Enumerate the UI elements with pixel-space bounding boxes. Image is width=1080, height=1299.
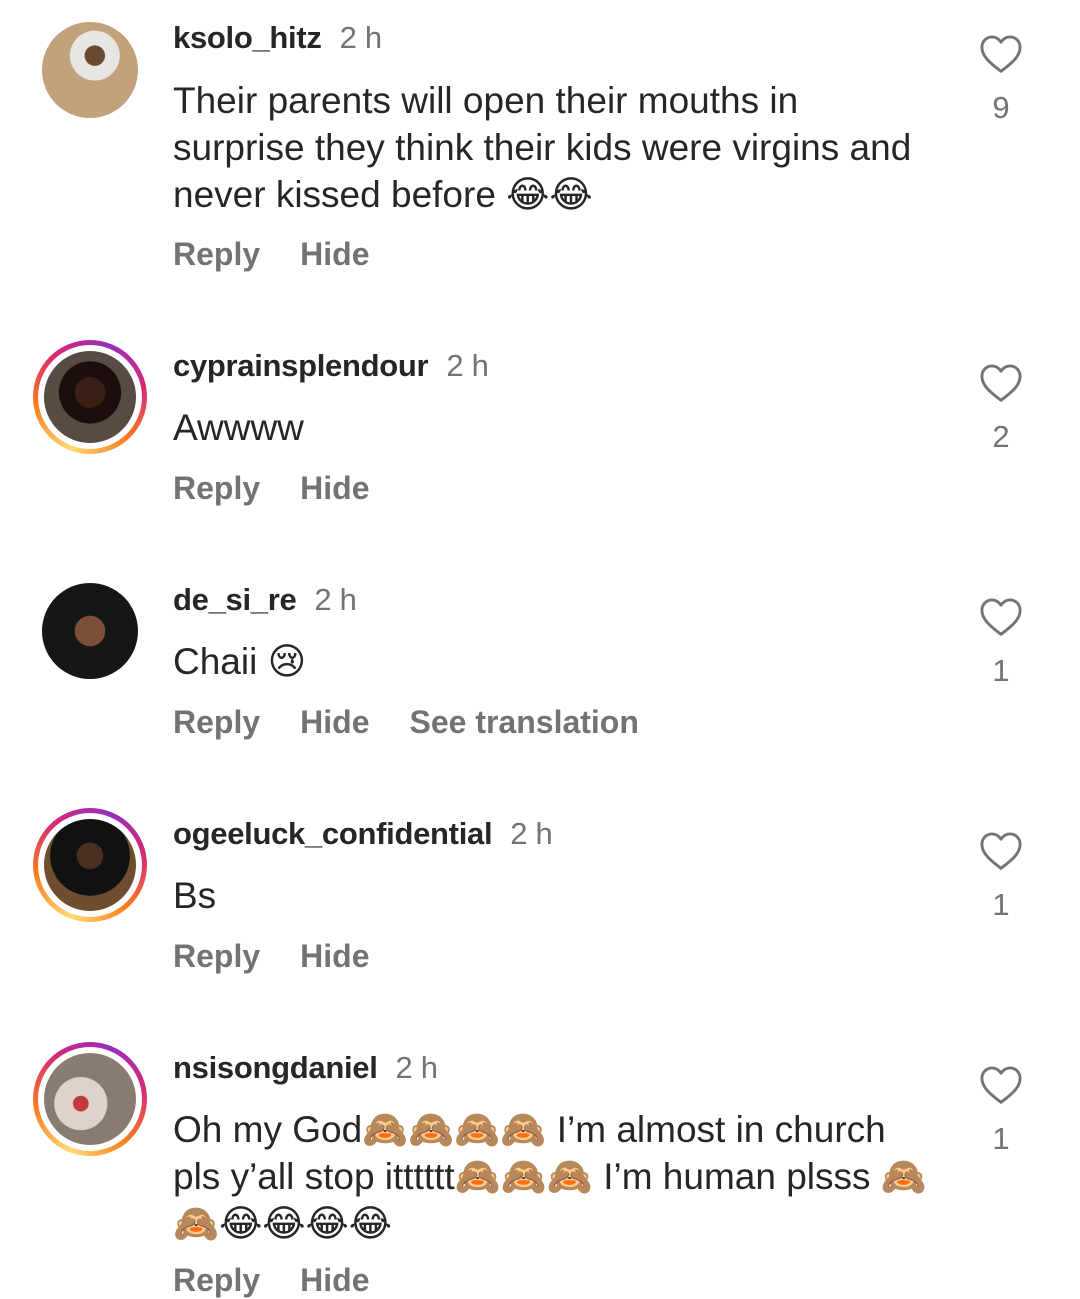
- avatar[interactable]: [33, 574, 147, 688]
- comment-actions: Reply Hide: [173, 938, 409, 975]
- reply-button[interactable]: Reply: [173, 470, 260, 506]
- avatar[interactable]: [33, 1042, 147, 1156]
- reply-button[interactable]: Reply: [173, 704, 260, 740]
- comment-actions: Reply Hide: [173, 1262, 409, 1299]
- comment-username[interactable]: ksolo_hitz 2 h: [173, 20, 382, 56]
- heart-outline-icon[interactable]: [979, 831, 1023, 871]
- comment-timestamp: 2 h: [314, 582, 357, 617]
- like-count: 1: [992, 653, 1010, 688]
- comment-actions: Reply Hide: [173, 236, 409, 273]
- reply-button[interactable]: Reply: [173, 938, 260, 974]
- avatar[interactable]: [33, 13, 147, 127]
- reply-button[interactable]: Reply: [173, 1262, 260, 1298]
- like-count: 1: [992, 887, 1010, 922]
- comment-timestamp: 2 h: [395, 1050, 439, 1085]
- comment-actions: Reply Hide: [173, 470, 409, 507]
- like-button[interactable]: 1: [974, 597, 1028, 689]
- comment-text: Bs: [173, 875, 217, 916]
- comment-timestamp: 2 h: [510, 816, 553, 851]
- hide-button[interactable]: Hide: [300, 470, 369, 506]
- heart-outline-icon[interactable]: [979, 34, 1023, 74]
- comment-actions: Reply Hide See translation: [173, 704, 679, 741]
- comment-username[interactable]: nsisongdaniel 2 h: [173, 1050, 438, 1086]
- hide-button[interactable]: Hide: [300, 1262, 369, 1298]
- comment-username[interactable]: ogeeluck_confidential 2 h: [173, 816, 553, 852]
- comment-text: Awwww: [173, 407, 304, 448]
- avatar[interactable]: [33, 340, 147, 454]
- comment-timestamp: 2 h: [446, 348, 489, 383]
- comment-username[interactable]: de_si_re 2 h: [173, 582, 357, 618]
- like-button[interactable]: 9: [974, 34, 1028, 126]
- comment-text: Their parents will open their mouths in …: [173, 80, 912, 215]
- hide-button[interactable]: Hide: [300, 236, 369, 272]
- comment-text: Chaii 😢: [173, 641, 307, 682]
- hide-button[interactable]: Hide: [300, 938, 369, 974]
- like-count: 2: [992, 419, 1010, 454]
- avatar[interactable]: [33, 808, 147, 922]
- heart-outline-icon[interactable]: [979, 1065, 1023, 1105]
- like-count: 9: [992, 90, 1010, 125]
- comment-text: Oh my God🙈🙈🙈🙈 I’m almost in church pls y…: [173, 1109, 927, 1244]
- reply-button[interactable]: Reply: [173, 236, 260, 272]
- comment-timestamp: 2 h: [339, 20, 383, 55]
- like-count: 1: [992, 1121, 1010, 1156]
- see-translation-button[interactable]: See translation: [409, 704, 638, 740]
- like-button[interactable]: 2: [974, 363, 1028, 455]
- like-button[interactable]: 1: [974, 831, 1028, 923]
- hide-button[interactable]: Hide: [300, 704, 369, 740]
- heart-outline-icon[interactable]: [979, 597, 1023, 637]
- like-button[interactable]: 1: [974, 1065, 1028, 1157]
- heart-outline-icon[interactable]: [979, 363, 1023, 403]
- comment-username[interactable]: cyprainsplendour 2 h: [173, 348, 489, 384]
